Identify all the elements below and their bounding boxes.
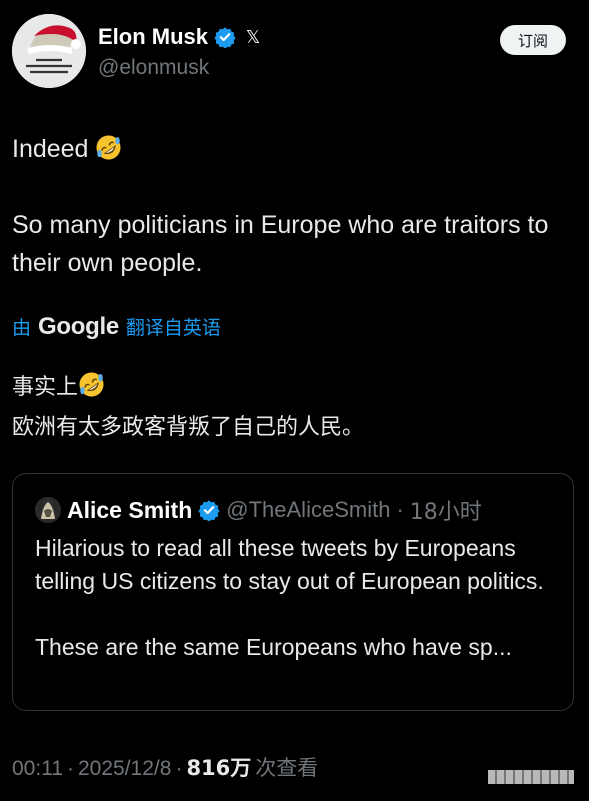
quoted-author-handle[interactable]: @TheAliceSmith bbox=[226, 497, 390, 523]
author-name[interactable]: Elon Musk bbox=[98, 24, 208, 50]
translation-attribution[interactable]: 由 Google 翻译自英语 bbox=[12, 313, 221, 341]
author-handle[interactable]: @elonmusk bbox=[98, 56, 209, 80]
verified-badge-icon bbox=[214, 27, 236, 48]
view-count-label: 次查看 bbox=[255, 756, 319, 780]
view-count[interactable]: 816万 bbox=[186, 752, 251, 782]
quoted-tweet-header: Alice Smith @TheAliceSmith · 18小时 bbox=[35, 494, 482, 526]
translated-line-2: 欧洲有太多政客背叛了自己的人民。 bbox=[12, 415, 365, 440]
tweet-page: Elon Musk 𝕏 @elonmusk 订阅 Indeed So many … bbox=[0, 0, 589, 801]
translation-suffix[interactable]: 翻译自英语 bbox=[126, 313, 221, 340]
subscribe-button[interactable]: 订阅 bbox=[500, 25, 566, 55]
rolling-laughing-emoji-icon bbox=[79, 372, 104, 397]
google-logo: Google bbox=[38, 313, 119, 340]
quoted-time[interactable]: 18小时 bbox=[410, 494, 482, 526]
tweet-date[interactable]: 2025/12/8 bbox=[78, 757, 171, 781]
translated-line-1-text: 事实上 bbox=[12, 375, 79, 400]
tweet-line-1: Indeed bbox=[12, 130, 572, 168]
tweet-meta: 00:11 · 2025/12/8 · 816万 次查看 bbox=[12, 752, 318, 782]
tweet-line-2: So many politicians in Europe who are tr… bbox=[12, 211, 549, 277]
author-name-row: Elon Musk 𝕏 bbox=[98, 24, 264, 50]
quoted-author-name[interactable]: Alice Smith bbox=[67, 497, 192, 524]
translated-text: 事实上 欧洲有太多政客背叛了自己的人民。 bbox=[12, 368, 582, 448]
tweet-text: Indeed So many politicians in Europe who… bbox=[12, 130, 572, 282]
quoted-tweet-body: Hilarious to read all these tweets by Eu… bbox=[35, 532, 560, 664]
rolling-laughing-emoji-icon bbox=[96, 135, 121, 160]
translation-prefix: 由 bbox=[12, 317, 32, 339]
quoted-paragraph-2: These are the same Europeans who have sp… bbox=[35, 634, 512, 660]
translated-line-1: 事实上 bbox=[12, 368, 582, 408]
quoted-separator: · bbox=[396, 497, 404, 522]
verified-badge-icon bbox=[198, 500, 220, 521]
meta-separator: · bbox=[175, 757, 183, 780]
quoted-paragraph-1: Hilarious to read all these tweets by Eu… bbox=[35, 535, 544, 594]
quoted-tweet-card[interactable]: Alice Smith @TheAliceSmith · 18小时 Hilariou… bbox=[12, 473, 574, 711]
tweet-time[interactable]: 00:11 bbox=[12, 757, 63, 781]
watermark bbox=[488, 770, 574, 784]
quoted-author-avatar[interactable] bbox=[35, 497, 61, 523]
tweet-line-1-text: Indeed bbox=[12, 135, 89, 163]
x-logo-icon: 𝕏 bbox=[245, 26, 261, 47]
author-avatar[interactable] bbox=[12, 14, 86, 88]
meta-separator: · bbox=[67, 757, 74, 780]
